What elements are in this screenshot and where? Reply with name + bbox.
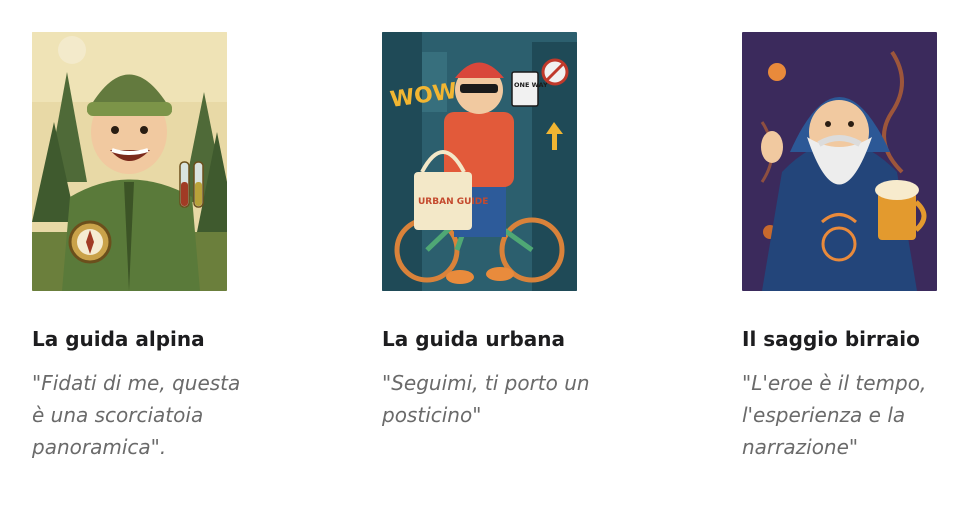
alpine-guide-illustration xyxy=(32,32,227,291)
one-way-sign-text: ONE WAY xyxy=(514,81,548,89)
guide-name: La guida urbana xyxy=(382,327,566,351)
guide-quote: "Seguimi, ti porto un posticino" xyxy=(382,371,590,427)
urban-guide-bag-text: URBAN GUIDE xyxy=(418,197,488,207)
guide-card-alpine: La guida alpina "Fidati di me, questa è … xyxy=(32,32,272,463)
guide-name: La guida alpina xyxy=(32,327,205,351)
guide-quote: "Fidati di me, questa è una scorciatoia … xyxy=(32,371,241,459)
wise-brewer-illustration xyxy=(742,32,937,291)
urban-guide-illustration: WOW ONE WAY URBAN GUIDE xyxy=(382,32,577,291)
guide-card-urban: WOW ONE WAY URBAN GUIDE La guida urbana … xyxy=(382,32,622,431)
guide-quote: "L'eroe è il tempo, l'esperienza e la na… xyxy=(742,371,927,459)
guide-name: Il saggio birraio xyxy=(742,327,920,351)
guide-card-brewer: Il saggio birraio "L'eroe è il tempo, l'… xyxy=(742,32,968,463)
